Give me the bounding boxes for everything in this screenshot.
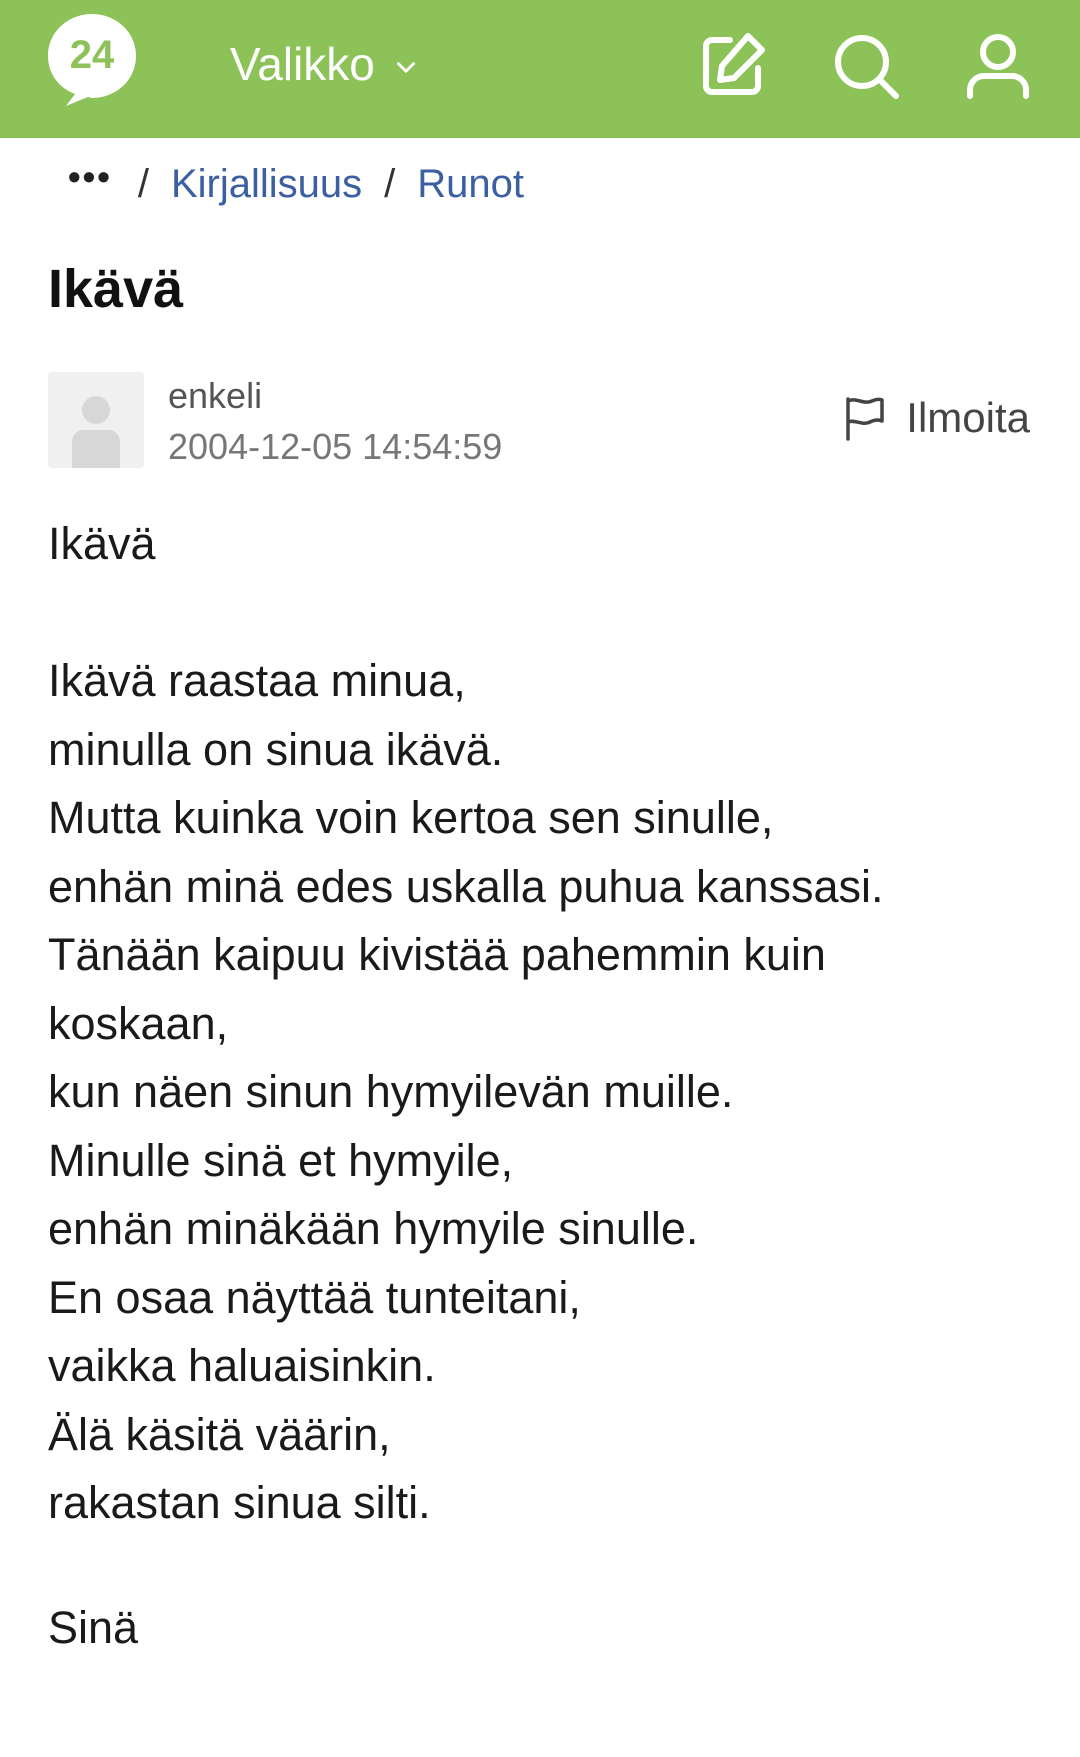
user-icon	[967, 34, 1029, 99]
edit-icon	[703, 33, 765, 95]
new-post-button[interactable]	[696, 30, 768, 102]
poem-line: vaikka haluaisinkin.	[48, 1340, 436, 1391]
report-button[interactable]: Ilmoita	[842, 394, 1030, 442]
poem-line: Ikävä	[48, 518, 156, 569]
avatar[interactable]	[48, 372, 144, 468]
avatar-placeholder-icon	[72, 396, 120, 468]
menu-button[interactable]: Valikko	[230, 36, 419, 92]
logo-bubble-icon: 24	[48, 14, 136, 106]
logo-text: 24	[70, 33, 115, 77]
poem-line: Tänään kaipuu kivistää pahemmin kuin	[48, 929, 826, 980]
flag-icon	[846, 397, 885, 441]
poem-line: En osaa näyttää tunteitani,	[48, 1271, 581, 1323]
poem-line: Älä käsitä väärin,	[48, 1408, 391, 1460]
report-label: Ilmoita	[906, 394, 1030, 441]
post-timestamp: 2004-12-05 14:54:59	[168, 426, 503, 467]
page-title: Ikävä	[48, 259, 184, 319]
poem-line: minulla on sinua ikävä.	[48, 723, 504, 775]
poem-line: enhän minä edes uskalla puhua kanssasi.	[48, 860, 884, 912]
search-icon	[835, 35, 899, 99]
poem-signature: Sinä	[48, 1602, 139, 1653]
top-bar: 24 Valikko	[0, 0, 1080, 138]
post-body: Ikävä Ikävä raastaa minua, minulla on si…	[48, 510, 1028, 1538]
breadcrumb-link-runot[interactable]: Runot	[417, 162, 524, 207]
breadcrumb-separator: /	[384, 161, 396, 206]
poem-line: koskaan,	[48, 997, 229, 1049]
profile-button[interactable]	[962, 30, 1034, 102]
poem-line: enhän minäkään hymyile sinulle.	[48, 1203, 699, 1254]
breadcrumb-link-kirjallisuus[interactable]: Kirjallisuus	[171, 162, 362, 207]
menu-label: Valikko	[230, 38, 375, 90]
poem-line: rakastan sinua silti.	[48, 1477, 431, 1528]
site-logo[interactable]: 24	[44, 10, 140, 106]
poem-line: kun näen sinun hymyilevän muille.	[48, 1066, 734, 1117]
author-name[interactable]: enkeli	[168, 375, 262, 417]
breadcrumb-separator: /	[137, 161, 149, 206]
breadcrumb-more[interactable]: •••	[68, 159, 112, 209]
poem-line	[48, 579, 1028, 648]
chevron-down-icon	[396, 62, 415, 73]
breadcrumb: ••• / Kirjallisuus / Runot	[68, 156, 524, 212]
search-button[interactable]	[830, 30, 902, 102]
poem-line: Minulle sinä et hymyile,	[48, 1134, 514, 1186]
poem-line: Mutta kuinka voin kertoa sen sinulle,	[48, 792, 774, 843]
poem-line: Ikävä raastaa minua,	[48, 655, 466, 706]
